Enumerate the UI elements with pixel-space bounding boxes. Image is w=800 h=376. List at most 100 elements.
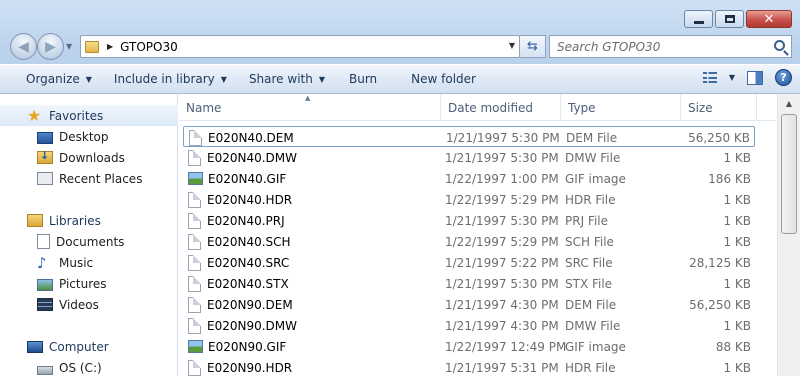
nav-videos[interactable]: Videos bbox=[0, 294, 178, 315]
file-row[interactable]: E020N90.DMW 1/21/1997 4:30 PM DMW File 1 KB bbox=[183, 315, 755, 336]
file-type: STX File bbox=[565, 276, 613, 291]
address-history-dropdown-icon[interactable]: ▼ bbox=[509, 41, 515, 50]
address-bar[interactable]: ▶ GTOPO30 ▼ bbox=[80, 35, 520, 58]
nav-favorites[interactable]: ★ Favorites bbox=[0, 105, 178, 126]
minimize-button[interactable] bbox=[684, 10, 713, 28]
file-name-cell: E020N40.DMW bbox=[188, 147, 297, 168]
file-row[interactable]: E020N40.SRC 1/21/1997 5:22 PM SRC File 28,1… bbox=[183, 252, 755, 273]
file-type: SCH File bbox=[565, 234, 614, 249]
file-icon bbox=[188, 191, 201, 208]
column-type[interactable]: Type bbox=[561, 94, 681, 121]
file-row[interactable]: E020N40.DMW 1/21/1997 5:30 PM DMW File 1 KB bbox=[183, 147, 755, 168]
include-in-library-button[interactable]: Include in library ▼ bbox=[107, 68, 234, 90]
search-box[interactable] bbox=[549, 35, 792, 58]
nav-libraries[interactable]: Libraries bbox=[0, 210, 178, 231]
navigation-bar: ◀ ▶ ▼ ▶ GTOPO30 ▼ ⇆ bbox=[8, 33, 792, 60]
file-name-cell: E020N90.HDR bbox=[188, 357, 292, 376]
nav-downloads[interactable]: Downloads bbox=[0, 147, 178, 168]
file-row[interactable]: E020N40.PRJ 1/21/1997 5:30 PM PRJ File 1 KB bbox=[183, 210, 755, 231]
file-name-cell: E020N90.DMW bbox=[188, 315, 297, 336]
recent-pages-dropdown[interactable]: ▼ bbox=[66, 42, 72, 51]
file-date-modified: 1/21/1997 4:30 PM bbox=[445, 297, 559, 312]
music-icon: ♪ bbox=[37, 253, 47, 272]
file-name: E020N90.DMW bbox=[207, 318, 298, 333]
maximize-button[interactable] bbox=[715, 10, 744, 28]
column-date-modified[interactable]: Date modified bbox=[441, 94, 561, 121]
scrollbar-thumb[interactable] bbox=[781, 114, 797, 234]
toolbar-right-controls: ▼ ? bbox=[702, 69, 792, 86]
refresh-button[interactable]: ⇆ bbox=[520, 35, 546, 58]
downloads-icon bbox=[37, 149, 53, 164]
file-icon bbox=[188, 359, 201, 376]
file-row[interactable]: E020N40.GIF 1/22/1997 1:00 PM GIF image 186… bbox=[183, 168, 755, 189]
file-date-modified: 1/21/1997 5:31 PM bbox=[445, 360, 559, 375]
folder-icon bbox=[85, 40, 99, 53]
organize-label: Organize bbox=[26, 72, 80, 86]
breadcrumb-gtopo30[interactable]: GTOPO30 bbox=[120, 40, 178, 54]
file-row[interactable]: E020N90.HDR 1/21/1997 5:31 PM HDR File 1 KB bbox=[183, 357, 755, 376]
file-type: PRJ File bbox=[565, 213, 609, 228]
file-date-modified: 1/22/1997 1:00 PM bbox=[445, 171, 559, 186]
search-input[interactable] bbox=[557, 39, 757, 54]
column-size-label: Size bbox=[688, 100, 713, 115]
file-icon bbox=[188, 254, 201, 271]
file-type: DEM File bbox=[566, 130, 618, 145]
nav-computer[interactable]: Computer bbox=[0, 336, 178, 357]
search-icon[interactable] bbox=[774, 40, 785, 51]
file-date-modified: 1/21/1997 5:30 PM bbox=[445, 213, 559, 228]
new-folder-button[interactable]: New folder bbox=[404, 68, 483, 90]
breadcrumb-arrow-icon[interactable]: ▶ bbox=[107, 42, 113, 51]
file-row[interactable]: E020N40.SCH 1/22/1997 5:29 PM SCH File 1 KB bbox=[183, 231, 755, 252]
file-row[interactable]: E020N90.GIF 1/22/1997 12:49 PM GIF image 88… bbox=[183, 336, 755, 357]
file-size: 1 KB bbox=[723, 150, 751, 165]
file-name-cell: E020N40.SRC bbox=[188, 252, 289, 273]
vertical-scrollbar[interactable]: ▲ bbox=[777, 94, 800, 376]
nav-pictures[interactable]: Pictures bbox=[0, 273, 178, 294]
file-row[interactable]: E020N40.HDR 1/22/1997 5:29 PM HDR File 1 KB bbox=[183, 189, 755, 210]
nav-desktop-label: Desktop bbox=[59, 129, 109, 144]
back-button[interactable]: ◀ bbox=[10, 33, 37, 60]
file-name: E020N40.HDR bbox=[207, 192, 293, 207]
close-button[interactable]: ✕ bbox=[746, 10, 792, 28]
file-name: E020N40.SRC bbox=[207, 255, 290, 270]
file-name-cell: E020N40.GIF bbox=[188, 168, 286, 189]
share-with-button[interactable]: Share with ▼ bbox=[242, 68, 332, 90]
file-name-cell: E020N90.DEM bbox=[188, 294, 293, 315]
column-name[interactable]: Name bbox=[179, 94, 441, 121]
chevron-down-icon: ▼ bbox=[85, 74, 92, 84]
file-icon bbox=[188, 149, 201, 166]
nav-music[interactable]: ♪ Music bbox=[0, 252, 178, 273]
help-icon[interactable]: ? bbox=[775, 69, 792, 86]
column-date-modified-label: Date modified bbox=[448, 100, 534, 115]
star-icon: ★ bbox=[27, 105, 42, 125]
file-name-cell: E020N40.HDR bbox=[188, 189, 292, 210]
file-icon bbox=[188, 317, 201, 334]
scroll-up-arrow-icon[interactable]: ▲ bbox=[780, 95, 798, 112]
file-name: E020N40.STX bbox=[207, 276, 289, 291]
file-date-modified: 1/21/1997 5:30 PM bbox=[445, 276, 559, 291]
file-size: 1 KB bbox=[723, 213, 751, 228]
file-name-cell: E020N40.PRJ bbox=[188, 210, 285, 231]
nav-recent-places[interactable]: Recent Places bbox=[0, 168, 178, 189]
nav-documents[interactable]: Documents bbox=[0, 231, 178, 252]
file-name: E020N40.PRJ bbox=[207, 213, 285, 228]
file-icon bbox=[189, 129, 202, 146]
organize-button[interactable]: Organize ▼ bbox=[19, 68, 99, 90]
file-icon bbox=[188, 296, 201, 313]
file-size: 88 KB bbox=[715, 339, 751, 354]
forward-button[interactable]: ▶ bbox=[37, 33, 64, 60]
nav-desktop[interactable]: Desktop bbox=[0, 126, 178, 147]
preview-pane-icon[interactable] bbox=[747, 70, 763, 85]
command-bar: Organize ▼ Include in library ▼ Share with… bbox=[0, 64, 800, 94]
file-date-modified: 1/21/1997 5:30 PM bbox=[446, 130, 560, 145]
nav-recent-places-label: Recent Places bbox=[59, 171, 143, 186]
chevron-down-icon: ▼ bbox=[318, 74, 325, 84]
nav-os-c[interactable]: OS (C:) bbox=[0, 357, 178, 376]
column-size[interactable]: Size bbox=[681, 94, 757, 121]
burn-button[interactable]: Burn bbox=[342, 68, 384, 90]
file-row[interactable]: E020N90.DEM 1/21/1997 4:30 PM DEM File 56,2… bbox=[183, 294, 755, 315]
file-icon bbox=[188, 275, 201, 292]
file-row[interactable]: E020N40.STX 1/21/1997 5:30 PM STX File 1 KB bbox=[183, 273, 755, 294]
change-view-button[interactable]: ▼ bbox=[702, 72, 735, 83]
file-row[interactable]: E020N40.DEM 1/21/1997 5:30 PM DEM File 56,2… bbox=[183, 126, 755, 147]
